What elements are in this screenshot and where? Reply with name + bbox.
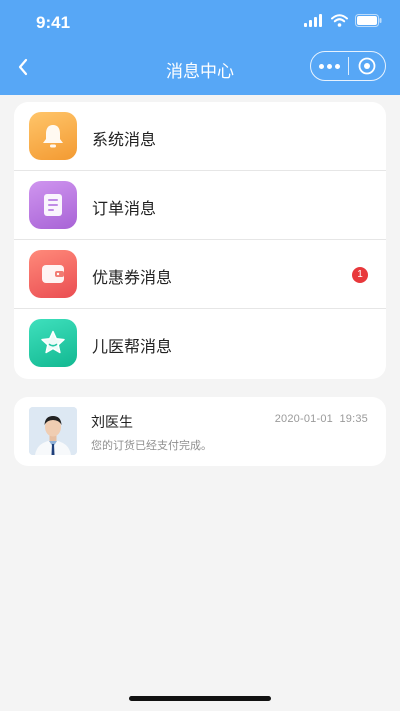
category-label: 儿医帮消息 xyxy=(92,337,173,356)
more-dot-icon xyxy=(326,63,332,69)
doctor-avatar xyxy=(29,407,77,455)
more-dot-icon xyxy=(318,63,324,69)
wallet-icon xyxy=(29,250,77,298)
message-preview: 您的订货已经支付完成。 xyxy=(91,439,212,452)
unread-badge: 1 xyxy=(352,267,368,283)
document-icon xyxy=(29,181,77,229)
category-label: 优惠券消息 xyxy=(92,268,173,287)
message-timestamp: 2020-01-01 19:35 xyxy=(274,413,368,425)
star-icon xyxy=(29,319,77,367)
category-label: 系统消息 xyxy=(92,130,157,149)
status-time: 9:41 xyxy=(36,13,71,32)
category-pediatric-messages[interactable]: 儿医帮消息 xyxy=(14,309,386,378)
bell-icon xyxy=(29,112,77,160)
message-sender: 刘医生 xyxy=(91,415,133,431)
battery-icon xyxy=(355,14,382,27)
mini-program-capsule xyxy=(310,51,386,81)
category-list: 系统消息 订单消息 优惠券消息 1 儿医帮消息 xyxy=(14,102,386,379)
close-button[interactable] xyxy=(348,52,385,80)
category-coupon-messages[interactable]: 优惠券消息 1 xyxy=(14,240,386,309)
target-close-icon xyxy=(358,57,376,75)
category-system-messages[interactable]: 系统消息 xyxy=(14,102,386,171)
more-dot-icon xyxy=(334,63,340,69)
category-order-messages[interactable]: 订单消息 xyxy=(14,171,386,240)
status-icons xyxy=(304,14,382,27)
home-indicator xyxy=(129,696,271,701)
signal-icon xyxy=(304,14,322,27)
wifi-icon xyxy=(331,14,348,27)
category-label: 订单消息 xyxy=(92,199,157,218)
more-button[interactable] xyxy=(311,52,348,80)
header-bar: 9:41 消息中心 xyxy=(0,0,400,95)
message-item[interactable]: 刘医生 2020-01-01 19:35 您的订货已经支付完成。 xyxy=(14,397,386,466)
